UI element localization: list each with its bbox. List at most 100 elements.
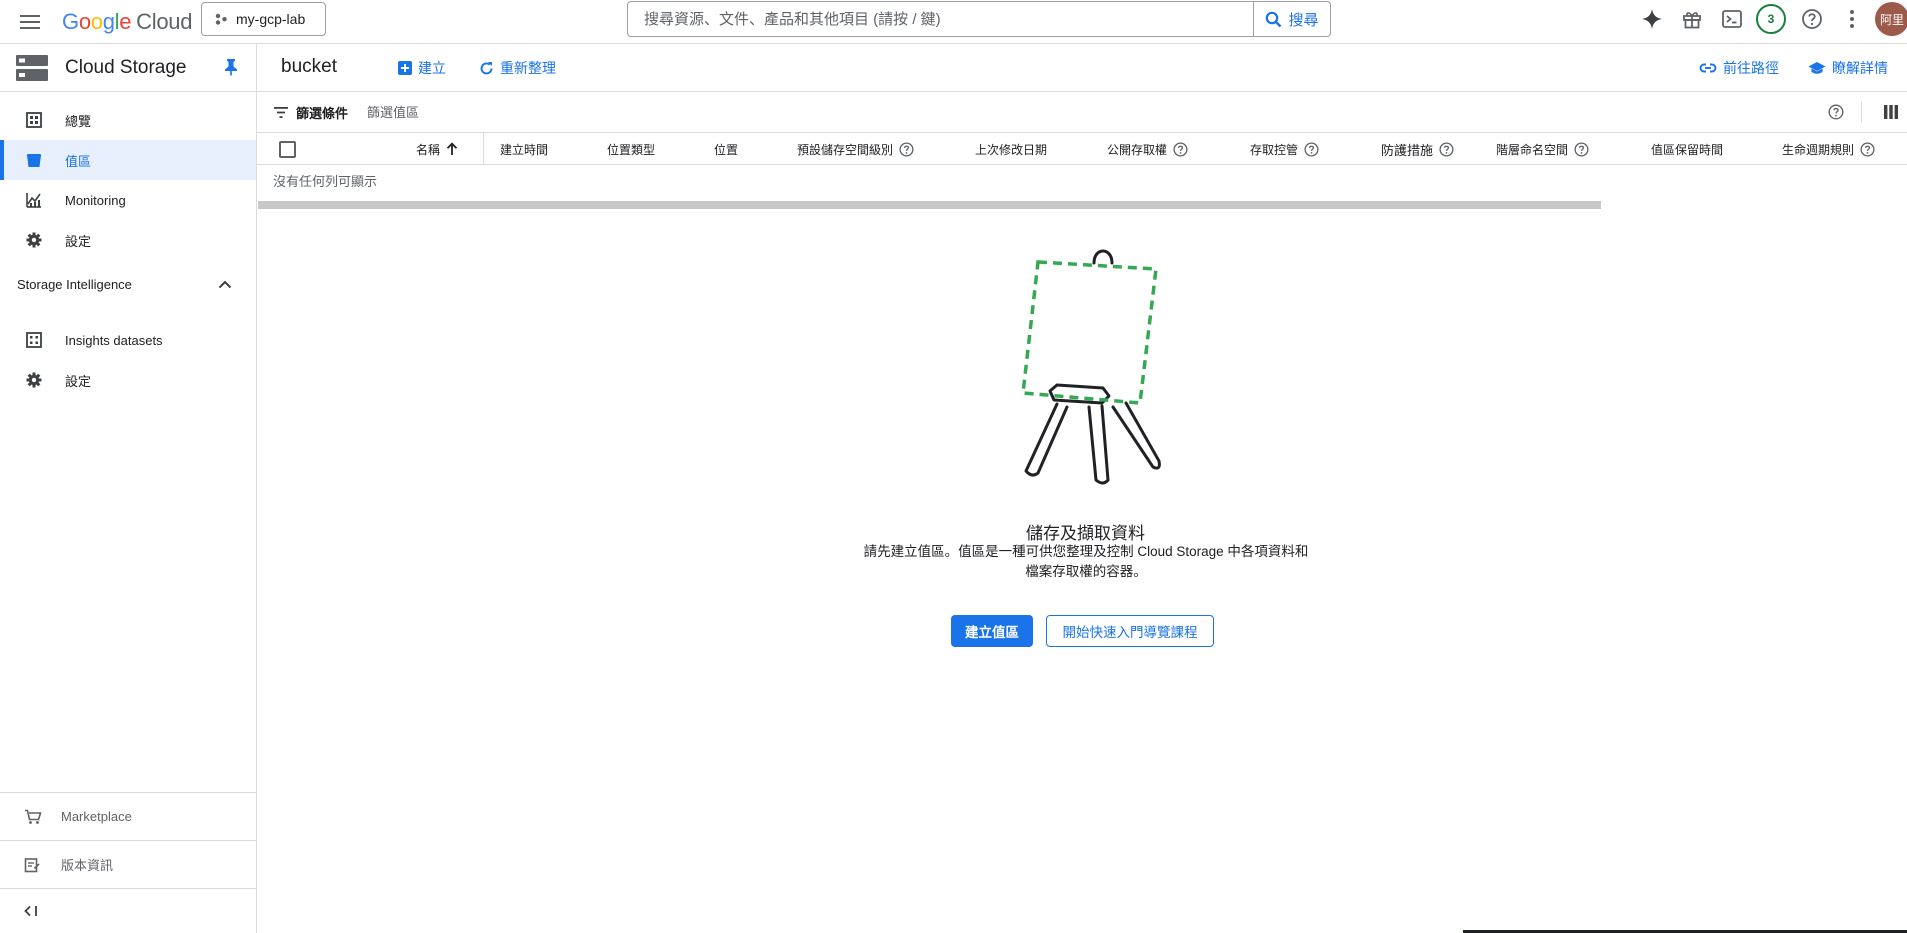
empty-state-description: 請先建立值區。值區是一種可供您整理及控制 Cloud Storage 中各項資料… bbox=[850, 542, 1322, 582]
project-icon bbox=[215, 13, 227, 25]
top-bar: Google Cloud my-gcp-lab 搜尋 3 阿里 bbox=[0, 0, 1907, 44]
sidebar-item-settings[interactable]: 設定 bbox=[0, 220, 256, 260]
column-header-public-access[interactable]: 公開存取權 bbox=[1107, 133, 1188, 165]
google-cloud-logo[interactable]: Google Cloud bbox=[62, 7, 192, 37]
search-input[interactable] bbox=[628, 2, 1253, 36]
main-menu-button[interactable] bbox=[16, 8, 44, 36]
filter-button[interactable]: 篩選條件 bbox=[274, 103, 348, 122]
create-label: 建立 bbox=[418, 60, 446, 76]
column-header-access-control[interactable]: 存取控管 bbox=[1250, 133, 1319, 165]
cloud-shell-button[interactable] bbox=[1716, 3, 1748, 35]
sidebar-item-label: Monitoring bbox=[65, 192, 126, 208]
link-icon bbox=[1699, 63, 1717, 73]
more-vert-icon bbox=[1850, 10, 1854, 28]
arrow-up-icon bbox=[446, 142, 458, 155]
column-label: 防護措施 bbox=[1381, 142, 1434, 158]
column-label: 建立時間 bbox=[500, 142, 549, 157]
table-header: 名稱 建立時間 位置類型 位置 預設儲存空間級別 上次修改日期 公開存取權 存取… bbox=[257, 133, 1907, 165]
filter-input[interactable] bbox=[367, 101, 627, 123]
go-to-path-label: 前往路徑 bbox=[1723, 60, 1779, 76]
search-button[interactable]: 搜尋 bbox=[1253, 2, 1330, 36]
column-label: 公開存取權 bbox=[1107, 142, 1168, 157]
column-header-retention[interactable]: 值區保留時間 bbox=[1651, 133, 1723, 165]
column-header-location-type[interactable]: 位置類型 bbox=[607, 133, 655, 165]
column-header-last-modified[interactable]: 上次修改日期 bbox=[975, 133, 1047, 165]
refresh-icon bbox=[480, 61, 493, 74]
sidebar-item-label: 版本資訊 bbox=[61, 858, 114, 873]
column-label: 階層命名空間 bbox=[1496, 142, 1569, 157]
sidebar-item-release-notes[interactable]: 版本資訊 bbox=[0, 840, 256, 888]
column-display-icon[interactable] bbox=[1884, 105, 1898, 119]
column-divider bbox=[483, 133, 484, 165]
add-box-icon bbox=[398, 61, 412, 75]
sidebar-item-label: Marketplace bbox=[61, 809, 132, 824]
collapse-sidebar-button[interactable] bbox=[0, 888, 256, 933]
sidebar: Cloud Storage 總覽 值區 Monitoring 設定 Storag… bbox=[0, 44, 257, 933]
column-header-lifecycle[interactable]: 生命週期規則 bbox=[1782, 133, 1875, 165]
more-options-button[interactable] bbox=[1836, 3, 1868, 35]
select-all-checkbox[interactable] bbox=[279, 141, 296, 158]
help-icon[interactable] bbox=[899, 141, 914, 157]
help-icon[interactable] bbox=[1439, 141, 1454, 157]
settings-icon bbox=[25, 371, 43, 389]
help-icon[interactable] bbox=[1574, 141, 1589, 157]
search-button-label: 搜尋 bbox=[1288, 11, 1319, 29]
empty-state-title: 儲存及擷取資料 bbox=[1026, 524, 1145, 543]
column-header-hierarchical-namespace[interactable]: 階層命名空間 bbox=[1496, 133, 1589, 165]
bucket-icon bbox=[25, 151, 43, 169]
column-label: 預設儲存空間級別 bbox=[797, 142, 894, 157]
filter-label: 篩選條件 bbox=[296, 106, 349, 121]
storage-intelligence-section[interactable]: Storage Intelligence bbox=[0, 266, 256, 302]
column-label: 位置 bbox=[714, 142, 739, 157]
sidebar-item-monitoring[interactable]: Monitoring bbox=[0, 180, 256, 220]
terminal-icon bbox=[1722, 10, 1742, 28]
go-to-path-button[interactable]: 前往路徑 bbox=[1699, 54, 1779, 82]
project-picker[interactable]: my-gcp-lab bbox=[201, 2, 326, 36]
column-header-storage-class[interactable]: 預設儲存空間級別 bbox=[797, 133, 914, 165]
column-label: 存取控管 bbox=[1250, 142, 1299, 157]
filter-row: 篩選條件 bbox=[257, 92, 1907, 133]
sidebar-header: Cloud Storage bbox=[0, 44, 256, 92]
description-line: 檔案存取權的容器。 bbox=[1025, 564, 1147, 579]
dataset-icon bbox=[25, 331, 43, 349]
refresh-button[interactable]: 重新整理 bbox=[479, 54, 556, 82]
sidebar-item-label: 設定 bbox=[65, 233, 92, 249]
column-header-protection[interactable]: 防護措施 bbox=[1381, 133, 1454, 165]
help-button[interactable] bbox=[1796, 3, 1828, 35]
hamburger-icon bbox=[20, 15, 40, 29]
help-icon[interactable] bbox=[1304, 141, 1319, 157]
sidebar-item-insights-datasets[interactable]: Insights datasets bbox=[0, 320, 256, 360]
product-title: Cloud Storage bbox=[65, 57, 187, 78]
create-bucket-button[interactable]: 建立值區 bbox=[951, 615, 1033, 647]
help-icon[interactable] bbox=[1860, 141, 1875, 157]
collapse-icon bbox=[24, 905, 37, 917]
project-name: my-gcp-lab bbox=[236, 11, 306, 27]
help-icon[interactable] bbox=[1828, 104, 1844, 120]
horizontal-scrollbar[interactable] bbox=[258, 201, 1601, 209]
empty-table-message: 沒有任何列可顯示 bbox=[273, 174, 378, 189]
help-icon[interactable] bbox=[1173, 141, 1188, 157]
description-line: 請先建立值區。值區是一種可供您整理及控制 Cloud Storage 中各項資料… bbox=[863, 544, 1309, 559]
sidebar-item-buckets[interactable]: 值區 bbox=[0, 140, 256, 180]
column-header-location[interactable]: 位置 bbox=[714, 133, 738, 165]
release-notes-icon bbox=[24, 857, 40, 872]
sparkle-icon bbox=[1642, 9, 1662, 29]
column-header-created[interactable]: 建立時間 bbox=[500, 133, 548, 165]
pin-icon[interactable] bbox=[224, 58, 238, 76]
page-header: bucket 建立 重新整理 前往路徑 瞭解詳情 bbox=[257, 44, 1907, 92]
sidebar-item-marketplace[interactable]: Marketplace bbox=[0, 792, 256, 840]
sidebar-item-si-settings[interactable]: 設定 bbox=[0, 360, 256, 400]
sidebar-item-overview[interactable]: 總覽 bbox=[0, 100, 256, 140]
gemini-button[interactable] bbox=[1636, 3, 1668, 35]
column-header-name[interactable]: 名稱 bbox=[416, 133, 458, 165]
learn-more-button[interactable]: 瞭解詳情 bbox=[1808, 54, 1888, 82]
monitoring-icon bbox=[25, 191, 43, 209]
create-button[interactable]: 建立 bbox=[398, 54, 446, 82]
sidebar-item-label: 總覽 bbox=[65, 113, 92, 129]
notifications-badge[interactable]: 3 bbox=[1756, 4, 1786, 34]
chevron-up-icon bbox=[218, 280, 232, 288]
quickstart-tour-button[interactable]: 開始快速入門導覽課程 bbox=[1046, 615, 1214, 647]
avatar[interactable]: 阿里 bbox=[1875, 2, 1907, 36]
gift-button[interactable] bbox=[1676, 3, 1708, 35]
search-bar: 搜尋 bbox=[627, 1, 1331, 37]
